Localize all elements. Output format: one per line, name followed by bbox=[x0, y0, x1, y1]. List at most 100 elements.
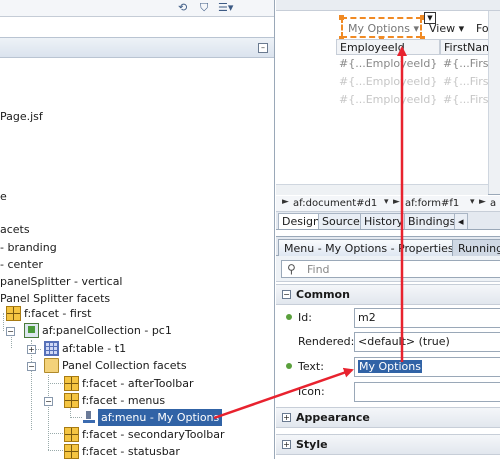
tree-item-center[interactable]: - center bbox=[0, 256, 43, 273]
text-field-value: My Options bbox=[358, 360, 422, 373]
collapse-icon[interactable]: − bbox=[27, 362, 36, 371]
tree-item-label: f:facet - statusbar bbox=[82, 445, 180, 458]
facet-icon bbox=[64, 427, 79, 442]
resize-handle[interactable] bbox=[339, 15, 344, 20]
tab-source[interactable]: Source bbox=[318, 213, 364, 229]
section-common[interactable]: − Common bbox=[276, 284, 500, 305]
chevron-down-icon[interactable]: ▾ bbox=[384, 197, 389, 207]
find-placeholder: Find bbox=[307, 263, 330, 276]
icon-field[interactable] bbox=[354, 382, 500, 402]
design-canvas[interactable]: My Options ▾ ▼ View ▾ Format EmployeeId … bbox=[276, 0, 500, 195]
menu-label: My Options bbox=[348, 22, 410, 35]
find-bar: ⚲ Find bbox=[276, 256, 500, 282]
collapse-icon[interactable]: − bbox=[6, 327, 15, 336]
tree-item-label: f:facet - menus bbox=[82, 394, 166, 407]
tree-line bbox=[48, 375, 49, 450]
property-label: Id: bbox=[298, 311, 312, 324]
tree-item-page[interactable]: Page.jsf bbox=[0, 108, 43, 125]
tree-line bbox=[48, 450, 63, 451]
chevron-right-icon: ► bbox=[282, 197, 289, 207]
column-header-first-name[interactable]: FirstName bbox=[440, 39, 490, 55]
tree-item-label: acets bbox=[0, 223, 30, 236]
section-label: Style bbox=[296, 438, 328, 451]
folder-icon bbox=[44, 358, 59, 373]
horizontal-scrollbar[interactable] bbox=[276, 184, 488, 195]
tree-item-label-selected: af:menu - My Options bbox=[98, 409, 223, 426]
chevron-down-icon: ▾ bbox=[413, 22, 419, 35]
filter-icon[interactable]: ⛉ bbox=[200, 1, 208, 15]
sync-icon[interactable]: ⟲ bbox=[178, 1, 187, 15]
menu-my-options[interactable]: My Options ▾ bbox=[348, 22, 419, 35]
tree-item-label: af:table - t1 bbox=[62, 342, 127, 355]
table-cell: #{...EmployeeId} bbox=[339, 93, 438, 106]
collapse-icon[interactable]: − bbox=[44, 397, 53, 406]
section-label: Appearance bbox=[296, 411, 370, 424]
tree-item-label: - branding bbox=[0, 241, 57, 254]
menu-icon bbox=[82, 410, 97, 425]
chevron-right-icon: ► bbox=[393, 197, 400, 207]
tree-item-partial[interactable]: e bbox=[0, 188, 7, 205]
panel-collection-icon bbox=[24, 323, 39, 338]
breadcrumb-document[interactable]: af:document#d1 bbox=[293, 197, 377, 211]
minimize-icon[interactable]: – bbox=[258, 43, 268, 53]
property-label: Icon: bbox=[298, 385, 325, 398]
table-icon bbox=[44, 341, 59, 356]
scroll-left-icon[interactable]: ◂ bbox=[454, 213, 468, 229]
section-label: Common bbox=[296, 288, 350, 301]
tab-properties[interactable]: Menu - My Options - Properties bbox=[278, 239, 460, 256]
tree-item-facets[interactable]: acets bbox=[0, 221, 30, 238]
id-field[interactable]: m2 bbox=[354, 308, 500, 328]
tree-item-splitter[interactable]: panelSplitter - vertical bbox=[0, 273, 123, 290]
facet-icon bbox=[6, 306, 21, 321]
layout-options-icon[interactable]: ☰▾ bbox=[218, 1, 233, 15]
text-field[interactable]: My Options bbox=[354, 357, 500, 377]
required-dot-icon bbox=[286, 363, 292, 369]
tree-line bbox=[3, 313, 4, 331]
tab-bindings[interactable]: Bindings bbox=[404, 213, 460, 229]
editor-pane: My Options ▾ ▼ View ▾ Format EmployeeId … bbox=[276, 0, 500, 459]
tab-history[interactable]: History bbox=[360, 213, 408, 229]
chevron-down-icon[interactable]: ▾ bbox=[470, 197, 475, 207]
rendered-field[interactable]: <default> (true) bbox=[354, 332, 500, 352]
expand-icon[interactable]: + bbox=[282, 413, 291, 422]
tree-item-label: Page.jsf bbox=[0, 110, 43, 123]
tree-item-label: Panel Collection facets bbox=[62, 359, 187, 372]
section-style[interactable]: + Style bbox=[276, 434, 500, 455]
structure-header: – bbox=[0, 37, 274, 58]
menu-view[interactable]: View ▾ bbox=[429, 22, 464, 35]
tree-item-label: f:facet - afterToolbar bbox=[82, 377, 194, 390]
chevron-right-icon: ► bbox=[479, 197, 486, 207]
vertical-scrollbar[interactable] bbox=[488, 11, 500, 194]
properties-tab-bar: Menu - My Options - Properties Running bbox=[276, 236, 500, 256]
left-toolbar: ⟲ ⛉ ☰▾ bbox=[0, 0, 274, 17]
tree-line bbox=[70, 417, 82, 418]
tree-item-label: e bbox=[0, 190, 7, 203]
required-dot-icon bbox=[286, 314, 292, 320]
table-cell: #{...FirstNa bbox=[443, 57, 490, 70]
design-toolbar bbox=[276, 0, 500, 11]
property-rendered: Rendered: <default> (true) bbox=[276, 330, 500, 354]
tree-item-label: af:panelCollection - pc1 bbox=[42, 324, 172, 337]
table-cell: #{...FirstNa bbox=[443, 93, 490, 106]
collapse-icon[interactable]: − bbox=[282, 290, 291, 299]
property-id: Id: m2 bbox=[276, 306, 500, 330]
facet-icon bbox=[64, 376, 79, 391]
find-input[interactable]: ⚲ Find bbox=[281, 260, 500, 278]
tree-item-label: panelSplitter - vertical bbox=[0, 275, 123, 288]
facet-icon bbox=[64, 444, 79, 459]
tree-item-label: Panel Splitter facets bbox=[0, 292, 111, 305]
table-cell: #{...FirstNa bbox=[443, 75, 490, 88]
tab-running[interactable]: Running bbox=[452, 239, 500, 256]
breadcrumb-form[interactable]: af:form#f1 bbox=[405, 197, 459, 211]
breadcrumb-more[interactable]: a bbox=[490, 197, 496, 211]
column-header-employee-id[interactable]: EmployeeId bbox=[336, 39, 440, 55]
expand-icon[interactable]: + bbox=[27, 345, 36, 354]
tree-line bbox=[48, 383, 63, 384]
section-appearance[interactable]: + Appearance bbox=[276, 407, 500, 428]
tree-item-branding[interactable]: - branding bbox=[0, 239, 57, 256]
table-cell: #{...EmployeeId} bbox=[339, 75, 438, 88]
search-icon: ⚲ bbox=[287, 262, 296, 276]
property-label: Rendered: bbox=[298, 335, 355, 348]
expand-icon[interactable]: + bbox=[282, 440, 291, 449]
breadcrumb: ► af:document#d1 ▾ ► af:form#f1 ▾ ► a bbox=[276, 196, 500, 212]
